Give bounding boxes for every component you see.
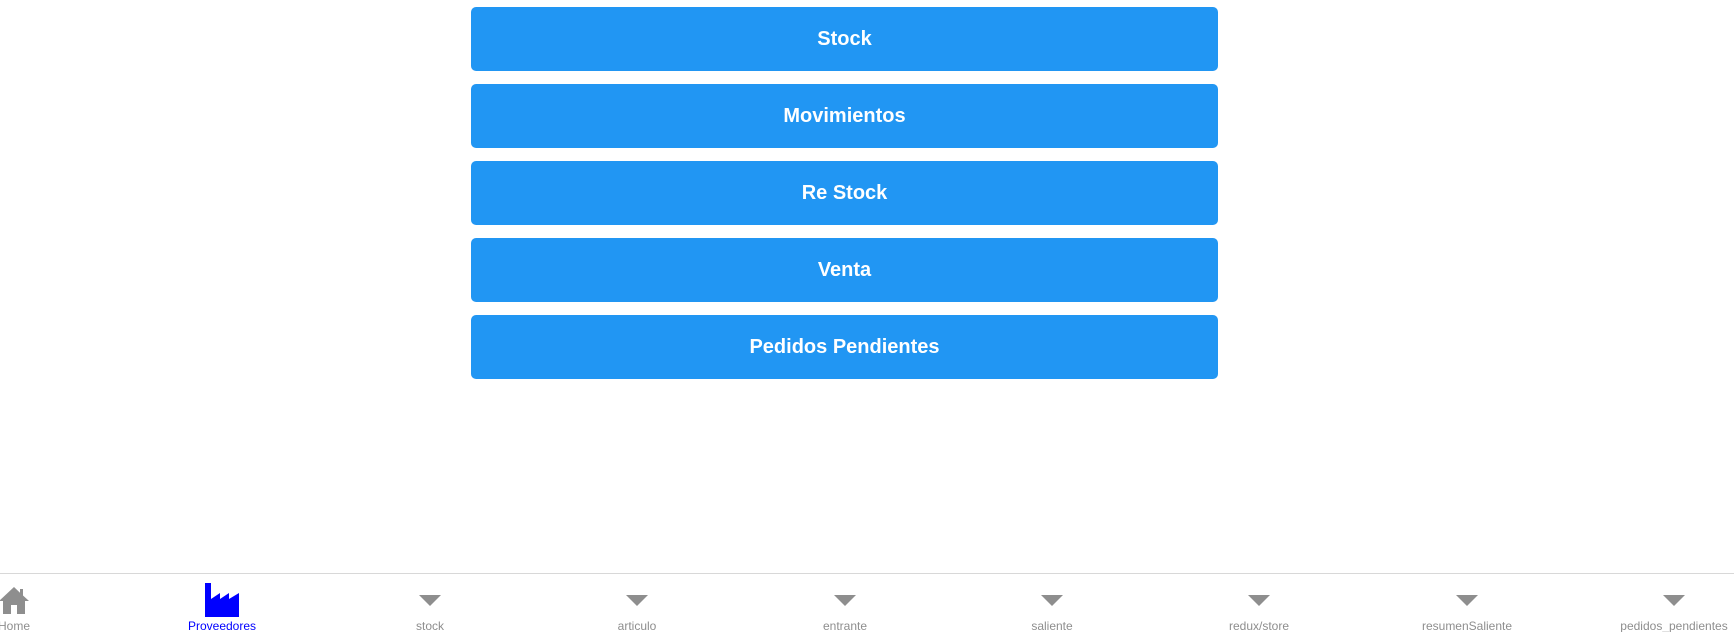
tab-stock-label: stock (415, 619, 444, 632)
tab-pedidos-pendientes[interactable]: pedidos_pendientes (1594, 574, 1734, 632)
pedidos-pendientes-button[interactable]: Pedidos Pendientes (471, 315, 1218, 379)
caret-down-icon (1656, 582, 1692, 618)
tab-entrante[interactable]: entrante (765, 574, 925, 632)
tab-home[interactable]: Home (0, 574, 94, 632)
tab-redux-store-label: redux/store (1228, 619, 1290, 632)
re-stock-button[interactable]: Re Stock (471, 161, 1218, 225)
app-screen: Stock Movimientos Re Stock Venta Pedidos… (0, 0, 1734, 632)
stock-button[interactable]: Stock (471, 7, 1218, 71)
caret-down-icon (412, 582, 448, 618)
movimientos-button[interactable]: Movimientos (471, 84, 1218, 148)
caret-down-icon (619, 582, 655, 618)
tab-redux-store[interactable]: redux/store (1179, 574, 1339, 632)
tab-articulo[interactable]: articulo (557, 574, 717, 632)
home-icon (0, 582, 32, 618)
caret-down-icon (1449, 582, 1485, 618)
tab-resumen-saliente[interactable]: resumenSaliente (1387, 574, 1547, 632)
caret-down-icon (1034, 582, 1070, 618)
tab-pedidos-pendientes-label: pedidos_pendientes (1620, 619, 1728, 632)
tab-resumen-saliente-label: resumenSaliente (1421, 619, 1513, 632)
tab-stock[interactable]: stock (350, 574, 510, 632)
caret-down-icon (827, 582, 863, 618)
bottom-tab-bar: Home Proveedores stock articulo entrante… (0, 573, 1734, 632)
tab-entrante-label: entrante (822, 619, 868, 632)
main-menu: Stock Movimientos Re Stock Venta Pedidos… (471, 7, 1218, 392)
tab-articulo-label: articulo (617, 619, 657, 632)
venta-button[interactable]: Venta (471, 238, 1218, 302)
factory-icon (204, 582, 240, 618)
tab-saliente-label: saliente (1031, 619, 1073, 632)
tab-home-label: Home (0, 619, 30, 632)
caret-down-icon (1241, 582, 1277, 618)
tab-proveedores-label: Proveedores (187, 619, 257, 632)
tab-proveedores[interactable]: Proveedores (142, 574, 302, 632)
tab-saliente[interactable]: saliente (972, 574, 1132, 632)
